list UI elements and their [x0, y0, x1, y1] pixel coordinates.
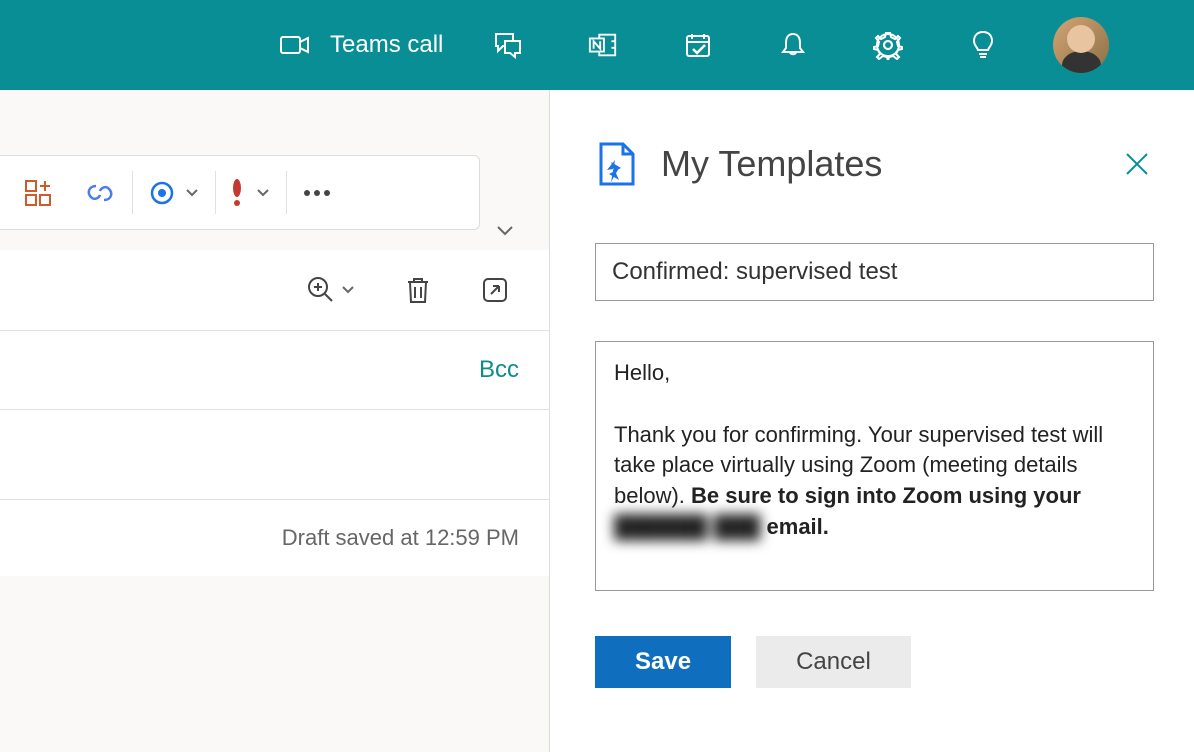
compose-toolbar: [0, 155, 480, 230]
bcc-toggle[interactable]: Bcc: [479, 356, 519, 384]
message-actions-row: [0, 250, 549, 331]
more-options-button[interactable]: [287, 156, 347, 229]
gear-icon[interactable]: [873, 30, 903, 60]
template-name-input[interactable]: [595, 243, 1154, 301]
teams-call-button[interactable]: Teams call: [280, 30, 443, 60]
loop-button[interactable]: [133, 156, 215, 229]
close-button[interactable]: [1120, 147, 1154, 181]
template-body-bold: Be sure to sign into Zoom using your: [691, 483, 1081, 508]
compose-pane: Bcc Draft saved at 12:59 PM: [0, 90, 550, 752]
apps-button[interactable]: [8, 156, 68, 229]
popout-button[interactable]: [481, 276, 509, 304]
zoom-button[interactable]: [307, 276, 355, 304]
app-top-bar: Teams call: [0, 0, 1194, 90]
importance-button[interactable]: [216, 156, 286, 229]
templates-icon: [595, 140, 639, 188]
template-body-greeting: Hello,: [614, 360, 670, 385]
draft-status-row: Draft saved at 12:59 PM: [0, 500, 549, 576]
chevron-down-icon: [256, 188, 270, 198]
delete-button[interactable]: [405, 275, 431, 305]
save-button[interactable]: Save: [595, 636, 731, 688]
template-body-bold-tail: email.: [760, 514, 828, 539]
subject-row[interactable]: [0, 410, 549, 500]
todo-icon[interactable]: [683, 30, 713, 60]
teams-call-label: Teams call: [330, 31, 443, 59]
video-icon: [280, 30, 310, 60]
lightbulb-icon[interactable]: [968, 30, 998, 60]
main-content: Bcc Draft saved at 12:59 PM My Templates: [0, 90, 1194, 752]
draft-saved-label: Draft saved at 12:59 PM: [282, 525, 519, 551]
avatar[interactable]: [1053, 17, 1109, 73]
bcc-row: Bcc: [0, 331, 549, 410]
bell-icon[interactable]: [778, 30, 808, 60]
templates-header: My Templates: [595, 140, 1154, 188]
my-templates-panel: My Templates Hello, Thank you for confir…: [550, 90, 1194, 752]
top-icons-group: [493, 30, 998, 60]
expand-ribbon-button[interactable]: [496, 225, 514, 237]
chat-icon[interactable]: [493, 30, 523, 60]
onenote-icon[interactable]: [588, 30, 618, 60]
cancel-button[interactable]: Cancel: [756, 636, 911, 688]
chevron-down-icon: [185, 188, 199, 198]
link-button[interactable]: [68, 156, 132, 229]
template-body-input[interactable]: Hello, Thank you for confirming. Your su…: [595, 341, 1154, 591]
templates-title: My Templates: [661, 143, 882, 185]
chevron-down-icon: [341, 285, 355, 295]
templates-button-row: Save Cancel: [595, 636, 1154, 688]
template-body-redacted: ██████ ███: [614, 512, 760, 543]
